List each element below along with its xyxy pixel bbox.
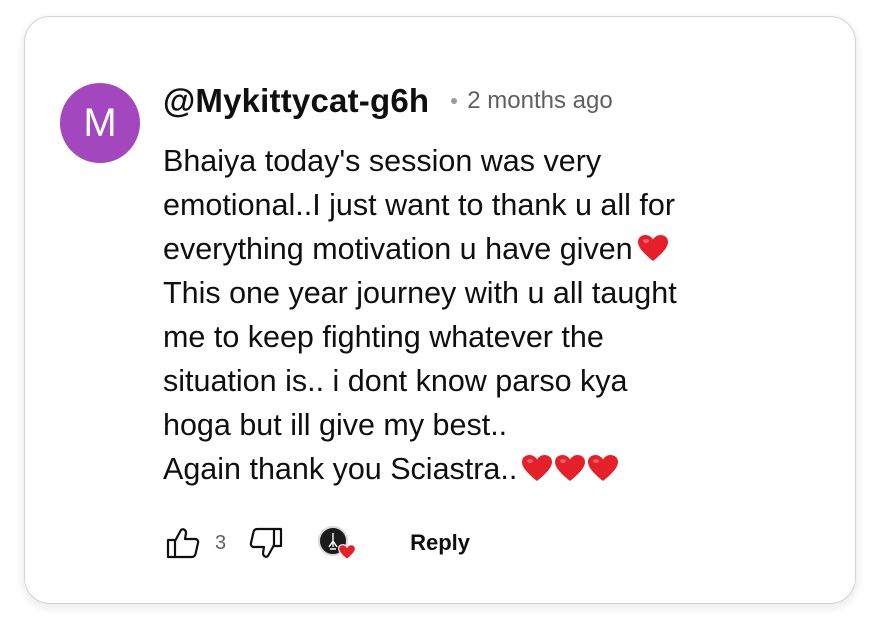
username[interactable]: @Mykittycat-g6h xyxy=(163,82,429,120)
heart-emoji-icon xyxy=(522,455,553,481)
dislike-button[interactable] xyxy=(248,525,284,561)
comment-line: hoga but ill give my best.. xyxy=(163,408,508,442)
comment-line: emotional..I just want to thank u all fo… xyxy=(163,188,675,222)
creator-heart-icon xyxy=(338,544,357,560)
comment-line-with-hearts: Again thank you Sciastra.. xyxy=(163,447,823,491)
timestamp[interactable]: 2 months ago xyxy=(467,87,612,115)
comment-header: @Mykittycat-g6h 2 months ago xyxy=(163,79,613,123)
like-button[interactable] xyxy=(165,525,201,561)
reply-button[interactable]: Reply xyxy=(410,530,470,556)
heart-emoji-icon xyxy=(637,235,668,261)
creator-heart-badge[interactable] xyxy=(318,526,357,560)
comment-line: everything motivation u have given xyxy=(163,232,633,266)
avatar[interactable]: M xyxy=(60,83,140,163)
comment-line: Bhaiya today's session was very xyxy=(163,144,602,178)
avatar-letter: M xyxy=(83,100,117,145)
separator-dot xyxy=(451,98,458,104)
heart-emoji-icon xyxy=(588,455,619,481)
comment-line: me to keep fighting whatever the xyxy=(163,320,604,354)
comment-line-with-heart: everything motivation u have given xyxy=(163,227,823,271)
comment-line: Again thank you Sciastra.. xyxy=(163,452,518,486)
comment-body: Bhaiya today's session was very emotiona… xyxy=(163,139,823,491)
thumbs-down-icon xyxy=(249,527,283,558)
comment-line: This one year journey with u all taught xyxy=(163,276,677,310)
like-count: 3 xyxy=(215,531,227,554)
comment-line: situation is.. i dont know parso kya xyxy=(163,364,628,398)
thumbs-up-icon xyxy=(166,528,200,559)
heart-emoji-icon xyxy=(555,455,586,481)
comment-actions: 3 Reply xyxy=(165,523,470,563)
comment-card: M @Mykittycat-g6h 2 months ago Bhaiya to… xyxy=(24,16,856,604)
